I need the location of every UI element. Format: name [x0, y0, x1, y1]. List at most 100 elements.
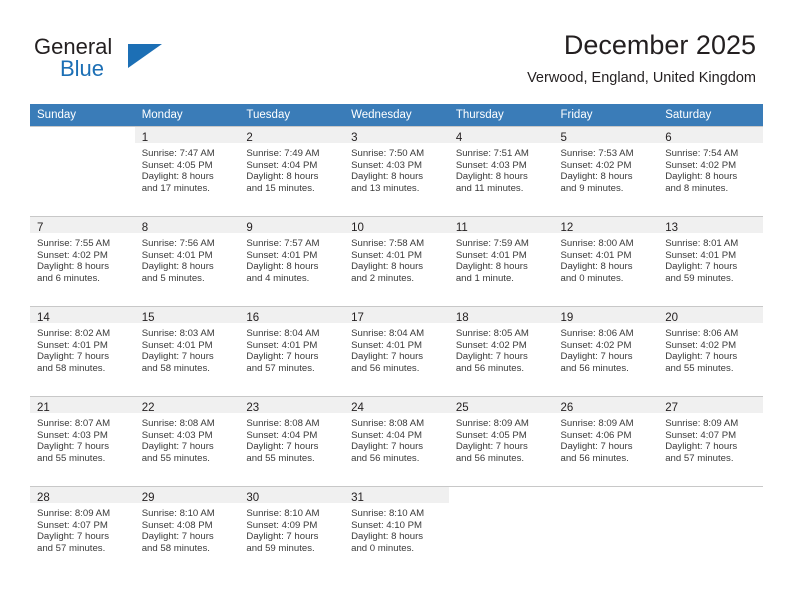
sunset-text: Sunset: 4:01 PM [351, 339, 423, 351]
page-header: General Blue December 2025 Verwood, Engl… [0, 0, 792, 100]
day-number: 10 [351, 222, 364, 234]
day-number-band: 2 [239, 127, 345, 144]
day-details: Sunrise: 8:06 AM Sunset: 4:02 PM Daylight:… [554, 323, 659, 374]
brand-logo[interactable]: General Blue [34, 34, 254, 86]
sunset-text: Sunset: 4:04 PM [246, 429, 318, 441]
daylight-text-line1: Daylight: 8 hours [455, 171, 528, 183]
day-cell-18[interactable]: 18 Sunrise: 8:05 AM Sunset: 4:02 PM Dayligh… [448, 306, 554, 396]
daylight-text-line2: and 56 minutes. [560, 362, 629, 374]
day-cell-17[interactable]: 17 Sunrise: 8:04 AM Sunset: 4:01 PM Dayligh… [344, 306, 449, 396]
sunrise-text: Sunrise: 8:04 AM [246, 328, 320, 339]
daylight-text-line2: and 59 minutes. [246, 542, 315, 554]
day-cell-26[interactable]: 26 Sunrise: 8:09 AM Sunset: 4:06 PM Dayligh… [553, 396, 659, 486]
day-cell-30[interactable]: 30 Sunrise: 8:10 AM Sunset: 4:09 PM Dayligh… [239, 486, 345, 576]
sunrise-text: Sunrise: 7:50 AM [351, 148, 425, 159]
day-cell-12[interactable]: 12 Sunrise: 8:00 AM Sunset: 4:01 PM Dayligh… [553, 216, 659, 306]
day-cell-8[interactable]: 8 Sunrise: 7:56 AM Sunset: 4:01 PM Daylight… [134, 216, 240, 306]
day-number: 21 [37, 402, 50, 414]
daylight-text-line1: Daylight: 7 hours [665, 351, 738, 363]
day-details: Sunrise: 8:03 AM Sunset: 4:01 PM Daylight:… [135, 323, 240, 374]
daylight-text-line2: and 55 minutes. [37, 452, 106, 464]
day-number-band: 16 [239, 307, 345, 324]
day-cell-13[interactable]: 13 Sunrise: 8:01 AM Sunset: 4:01 PM Dayligh… [658, 216, 763, 306]
sunrise-text: Sunrise: 8:06 AM [560, 328, 634, 339]
day-cell-4[interactable]: 4 Sunrise: 7:51 AM Sunset: 4:03 PM Daylight… [448, 126, 554, 216]
daylight-text-line2: and 57 minutes. [37, 542, 106, 554]
day-cell-27[interactable]: 27 Sunrise: 8:09 AM Sunset: 4:07 PM Dayligh… [658, 396, 763, 486]
day-cell-19[interactable]: 19 Sunrise: 8:06 AM Sunset: 4:02 PM Dayligh… [553, 306, 659, 396]
sunset-text: Sunset: 4:01 PM [246, 249, 318, 261]
day-cell-16[interactable]: 16 Sunrise: 8:04 AM Sunset: 4:01 PM Dayligh… [239, 306, 345, 396]
sunset-text: Sunset: 4:01 PM [141, 339, 213, 351]
day-cell-25[interactable]: 25 Sunrise: 8:09 AM Sunset: 4:05 PM Dayligh… [448, 396, 554, 486]
daylight-text-line2: and 57 minutes. [246, 362, 315, 374]
day-cell-2[interactable]: 2 Sunrise: 7:49 AM Sunset: 4:04 PM Daylight… [239, 126, 345, 216]
day-cell-9[interactable]: 9 Sunrise: 7:57 AM Sunset: 4:01 PM Daylight… [239, 216, 345, 306]
daylight-text-line1: Daylight: 7 hours [141, 351, 214, 363]
day-number: 26 [560, 402, 574, 414]
day-number-band: 19 [553, 307, 659, 324]
day-cell-5[interactable]: 5 Sunrise: 7:53 AM Sunset: 4:02 PM Daylight… [553, 126, 659, 216]
day-cell-22[interactable]: 22 Sunrise: 8:08 AM Sunset: 4:03 PM Dayligh… [134, 396, 240, 486]
daylight-text-line1: Daylight: 7 hours [560, 441, 633, 453]
day-cell-1[interactable]: 1 Sunrise: 7:47 AM Sunset: 4:05 PM Daylight… [134, 126, 240, 216]
sunrise-text: Sunrise: 7:59 AM [455, 238, 529, 249]
day-cell-21[interactable]: 21 Sunrise: 8:07 AM Sunset: 4:03 PM Dayligh… [30, 396, 135, 486]
flag-triangle-icon [128, 44, 162, 68]
day-details: Sunrise: 7:47 AM Sunset: 4:05 PM Daylight:… [135, 143, 240, 194]
day-cell-31[interactable]: 31 Sunrise: 8:10 AM Sunset: 4:10 PM Dayligh… [344, 486, 449, 576]
day-number-band: 31 [344, 487, 449, 504]
day-cell-24[interactable]: 24 Sunrise: 8:08 AM Sunset: 4:04 PM Dayligh… [344, 396, 449, 486]
sunset-text: Sunset: 4:03 PM [37, 429, 108, 441]
day-number: 3 [351, 132, 358, 144]
day-cell-11[interactable]: 11 Sunrise: 7:59 AM Sunset: 4:01 PM Dayligh… [448, 216, 554, 306]
day-number: 7 [37, 222, 44, 234]
day-number-band: 22 [134, 397, 240, 414]
day-details: Sunrise: 8:04 AM Sunset: 4:01 PM Daylight:… [344, 323, 449, 374]
day-cell-23[interactable]: 23 Sunrise: 8:08 AM Sunset: 4:04 PM Dayligh… [239, 396, 345, 486]
day-details: Sunrise: 8:01 AM Sunset: 4:01 PM Daylight:… [658, 233, 763, 284]
sunset-text: Sunset: 4:05 PM [455, 429, 527, 441]
daylight-text-line2: and 2 minutes. [351, 272, 415, 284]
day-details: Sunrise: 8:09 AM Sunset: 4:05 PM Daylight:… [449, 413, 554, 464]
daylight-text-line1: Daylight: 7 hours [455, 441, 528, 453]
day-cell-29[interactable]: 29 Sunrise: 8:10 AM Sunset: 4:08 PM Dayligh… [134, 486, 240, 576]
day-cell-10[interactable]: 10 Sunrise: 7:58 AM Sunset: 4:01 PM Dayligh… [344, 216, 449, 306]
daylight-text-line2: and 56 minutes. [560, 452, 629, 464]
sunset-text: Sunset: 4:04 PM [351, 429, 423, 441]
sunset-text: Sunset: 4:01 PM [246, 339, 318, 351]
daylight-text-line2: and 5 minutes. [141, 272, 205, 284]
sunrise-text: Sunrise: 7:56 AM [141, 238, 215, 249]
day-cell-empty [553, 486, 659, 576]
day-number-band: 9 [239, 217, 345, 234]
daylight-text-line2: and 13 minutes. [351, 182, 420, 194]
sunrise-text: Sunrise: 8:02 AM [37, 328, 111, 339]
daylight-text-line1: Daylight: 7 hours [665, 261, 738, 273]
day-number: 25 [455, 402, 469, 414]
day-number-band: 12 [553, 217, 659, 234]
calendar-week-row: 14 Sunrise: 8:02 AM Sunset: 4:01 PM Dayligh… [30, 306, 763, 396]
sunset-text: Sunset: 4:01 PM [455, 249, 527, 261]
sunrise-text: Sunrise: 8:05 AM [455, 328, 529, 339]
weekday-header-thursday: Thursday [448, 104, 554, 126]
day-cell-20[interactable]: 20 Sunrise: 8:06 AM Sunset: 4:02 PM Dayligh… [658, 306, 763, 396]
day-details: Sunrise: 7:51 AM Sunset: 4:03 PM Daylight:… [449, 143, 554, 194]
day-cell-6[interactable]: 6 Sunrise: 7:54 AM Sunset: 4:02 PM Daylight… [658, 126, 763, 216]
day-details: Sunrise: 7:54 AM Sunset: 4:02 PM Daylight:… [658, 143, 763, 194]
daylight-text-line1: Daylight: 8 hours [351, 261, 424, 273]
daylight-text-line1: Daylight: 7 hours [351, 441, 424, 453]
sunset-text: Sunset: 4:01 PM [665, 249, 737, 261]
day-number: 15 [141, 312, 155, 324]
day-cell-3[interactable]: 3 Sunrise: 7:50 AM Sunset: 4:03 PM Daylight… [344, 126, 449, 216]
day-number-band [554, 487, 659, 503]
day-number-band [658, 487, 763, 503]
day-number-band: 26 [553, 397, 659, 414]
day-number-band: 21 [30, 397, 135, 414]
day-cell-28[interactable]: 28 Sunrise: 8:09 AM Sunset: 4:07 PM Dayligh… [30, 486, 135, 576]
sunset-text: Sunset: 4:01 PM [37, 339, 108, 351]
calendar-header-row: Sunday Monday Tuesday Wednesday Thursday Frid… [30, 104, 763, 126]
day-cell-15[interactable]: 15 Sunrise: 8:03 AM Sunset: 4:01 PM Dayligh… [134, 306, 240, 396]
day-cell-7[interactable]: 7 Sunrise: 7:55 AM Sunset: 4:02 PM Daylight… [30, 216, 135, 306]
day-details: Sunrise: 8:07 AM Sunset: 4:03 PM Daylight:… [30, 413, 135, 464]
day-cell-14[interactable]: 14 Sunrise: 8:02 AM Sunset: 4:01 PM Dayligh… [30, 306, 135, 396]
